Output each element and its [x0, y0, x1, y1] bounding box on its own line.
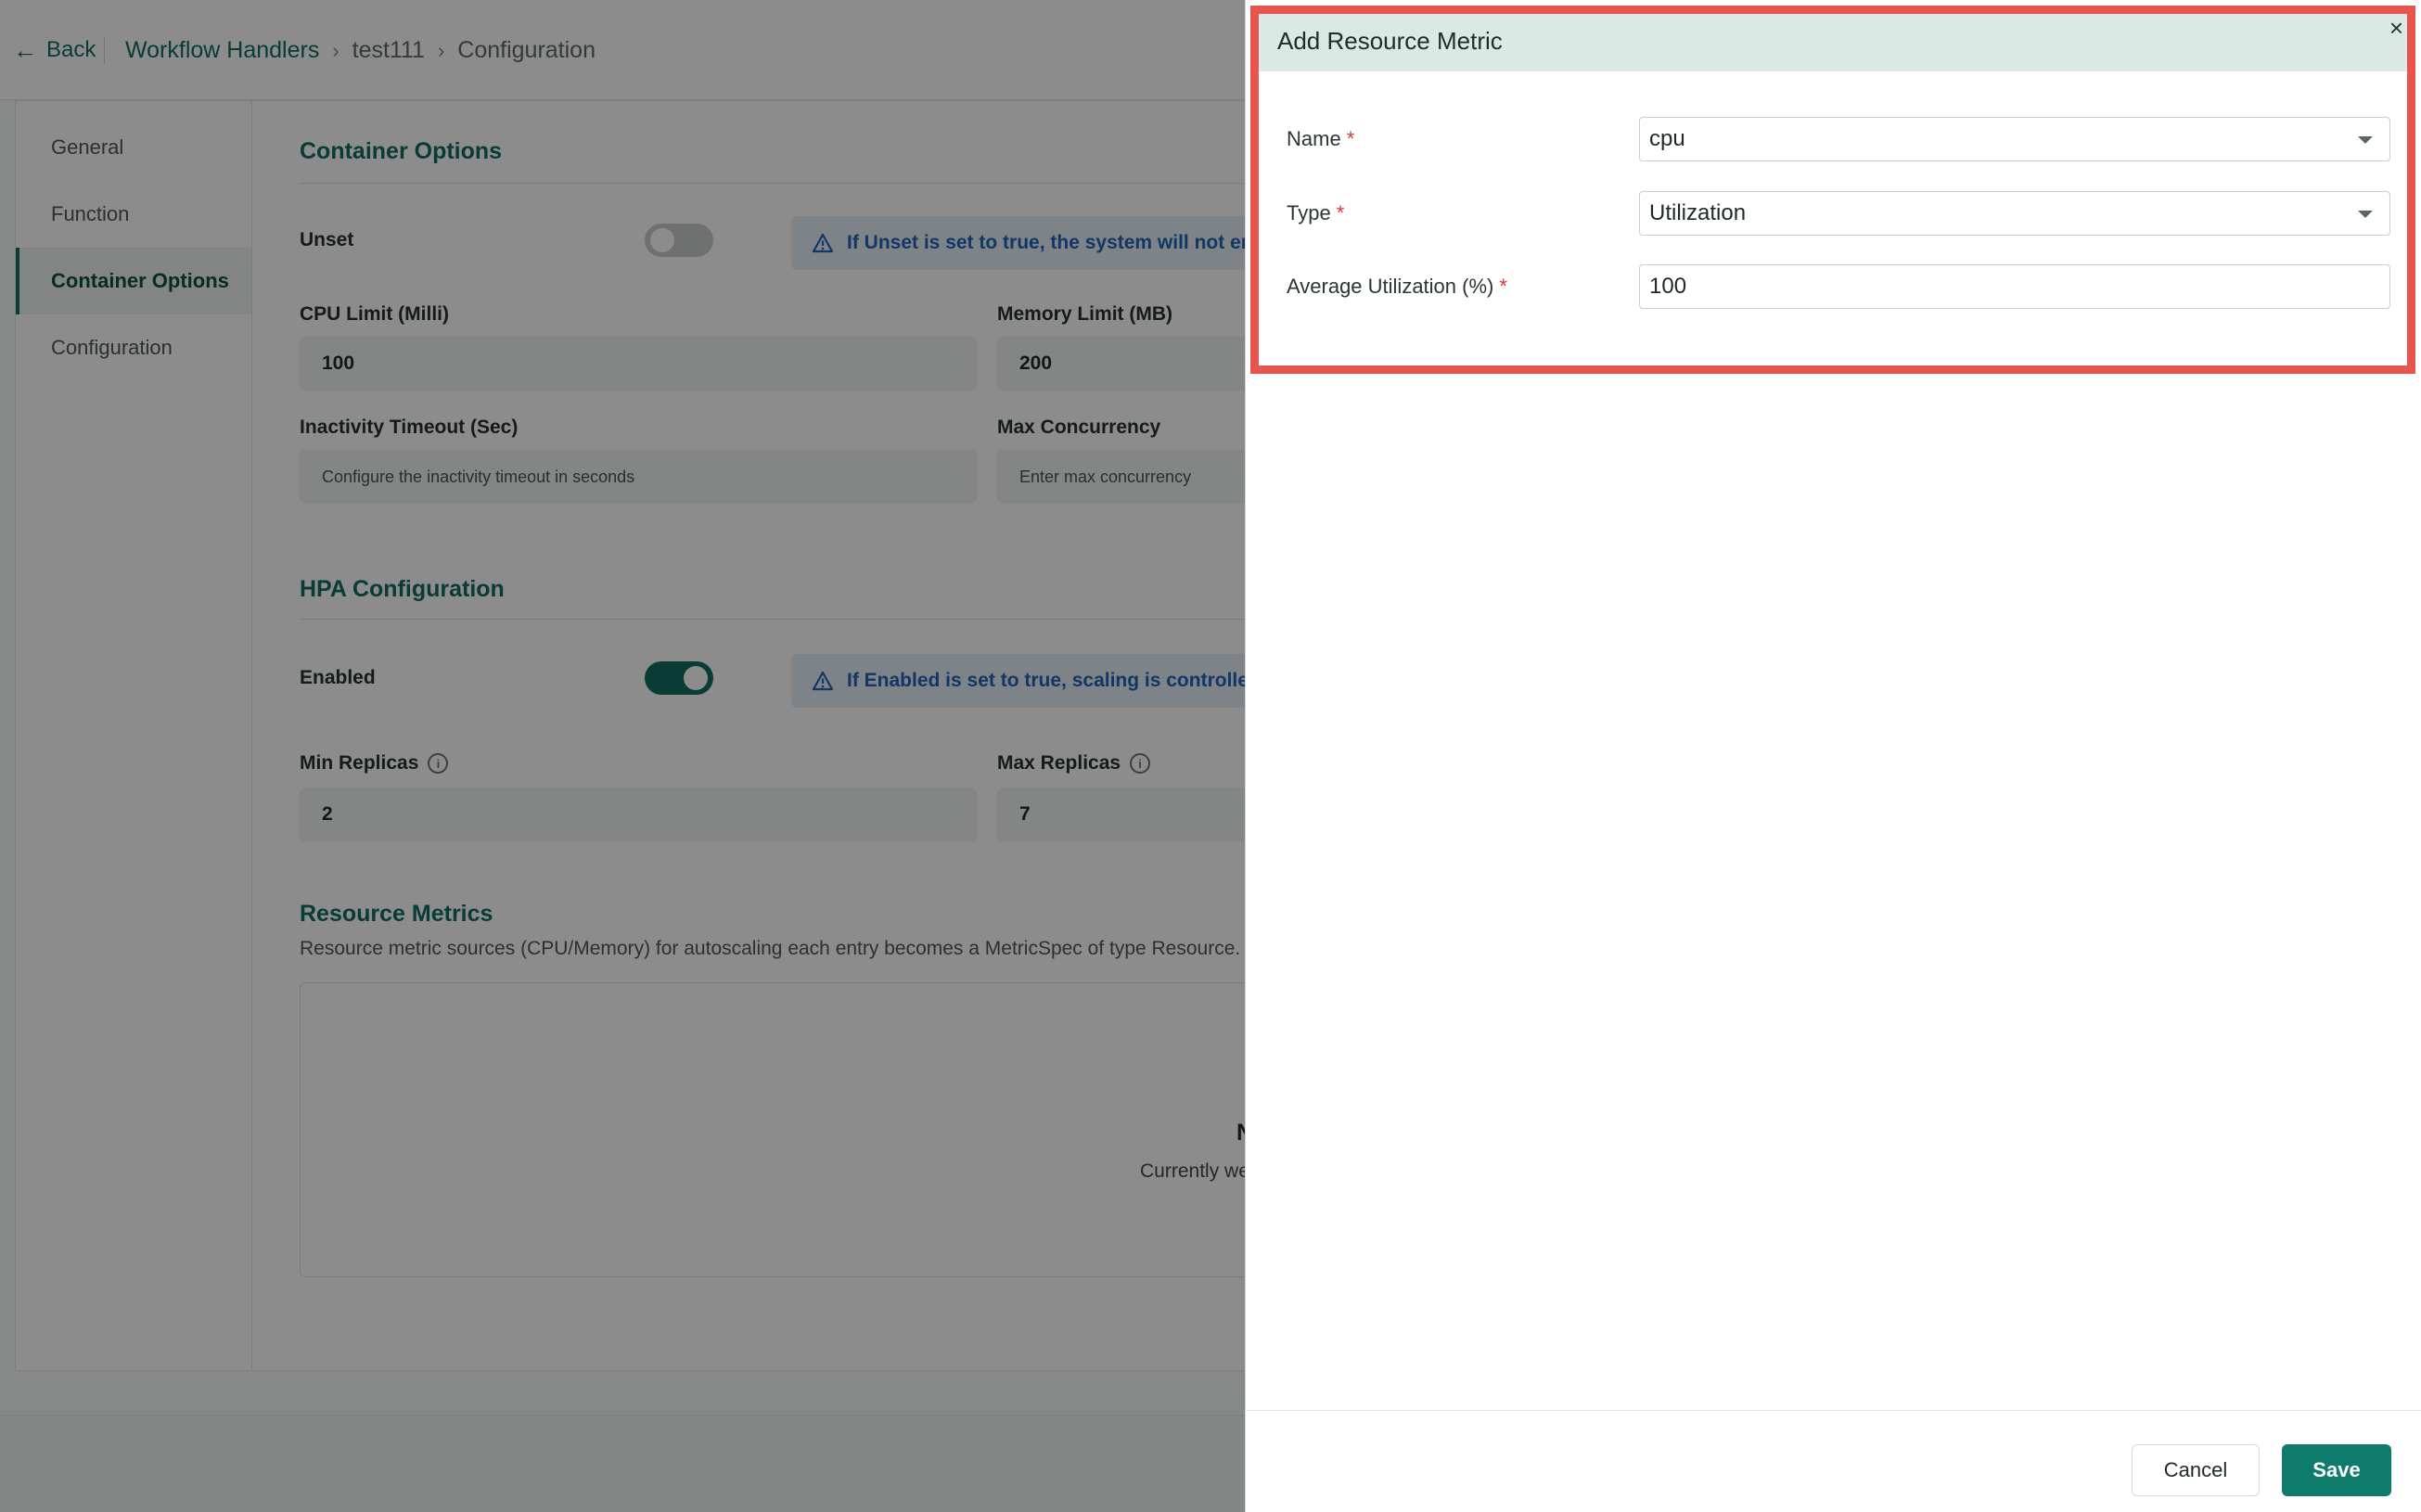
modal-backdrop[interactable]: [0, 0, 1245, 1512]
required-marker: *: [1336, 201, 1345, 224]
name-select[interactable]: cpu: [1639, 117, 2390, 161]
add-resource-metric-dialog: Add Resource Metric × Name * cpu Type * Ut…: [1250, 6, 2415, 374]
name-label-text: Name: [1287, 127, 1341, 150]
avg-utilization-label-text: Average Utilization (%): [1287, 275, 1494, 298]
save-button[interactable]: Save: [2282, 1444, 2391, 1496]
chevron-down-icon: [2358, 211, 2373, 218]
type-label-text: Type: [1287, 201, 1331, 224]
type-label: Type *: [1287, 201, 1344, 225]
required-marker: *: [1346, 127, 1355, 150]
dialog-header: Add Resource Metric ×: [1259, 14, 2407, 71]
drawer-footer-divider: [1245, 1410, 2421, 1411]
avg-utilization-input[interactable]: [1639, 264, 2390, 309]
type-select[interactable]: Utilization: [1639, 191, 2390, 236]
chevron-down-icon: [2358, 136, 2373, 144]
name-label: Name *: [1287, 127, 1354, 151]
type-select-value: Utilization: [1649, 200, 1747, 225]
name-select-value: cpu: [1649, 126, 1685, 151]
dialog-title: Add Resource Metric: [1277, 27, 1503, 55]
cancel-button[interactable]: Cancel: [2132, 1444, 2260, 1496]
required-marker: *: [1499, 275, 1507, 298]
avg-utilization-label: Average Utilization (%) *: [1287, 275, 1507, 299]
close-icon[interactable]: ×: [2389, 16, 2403, 40]
